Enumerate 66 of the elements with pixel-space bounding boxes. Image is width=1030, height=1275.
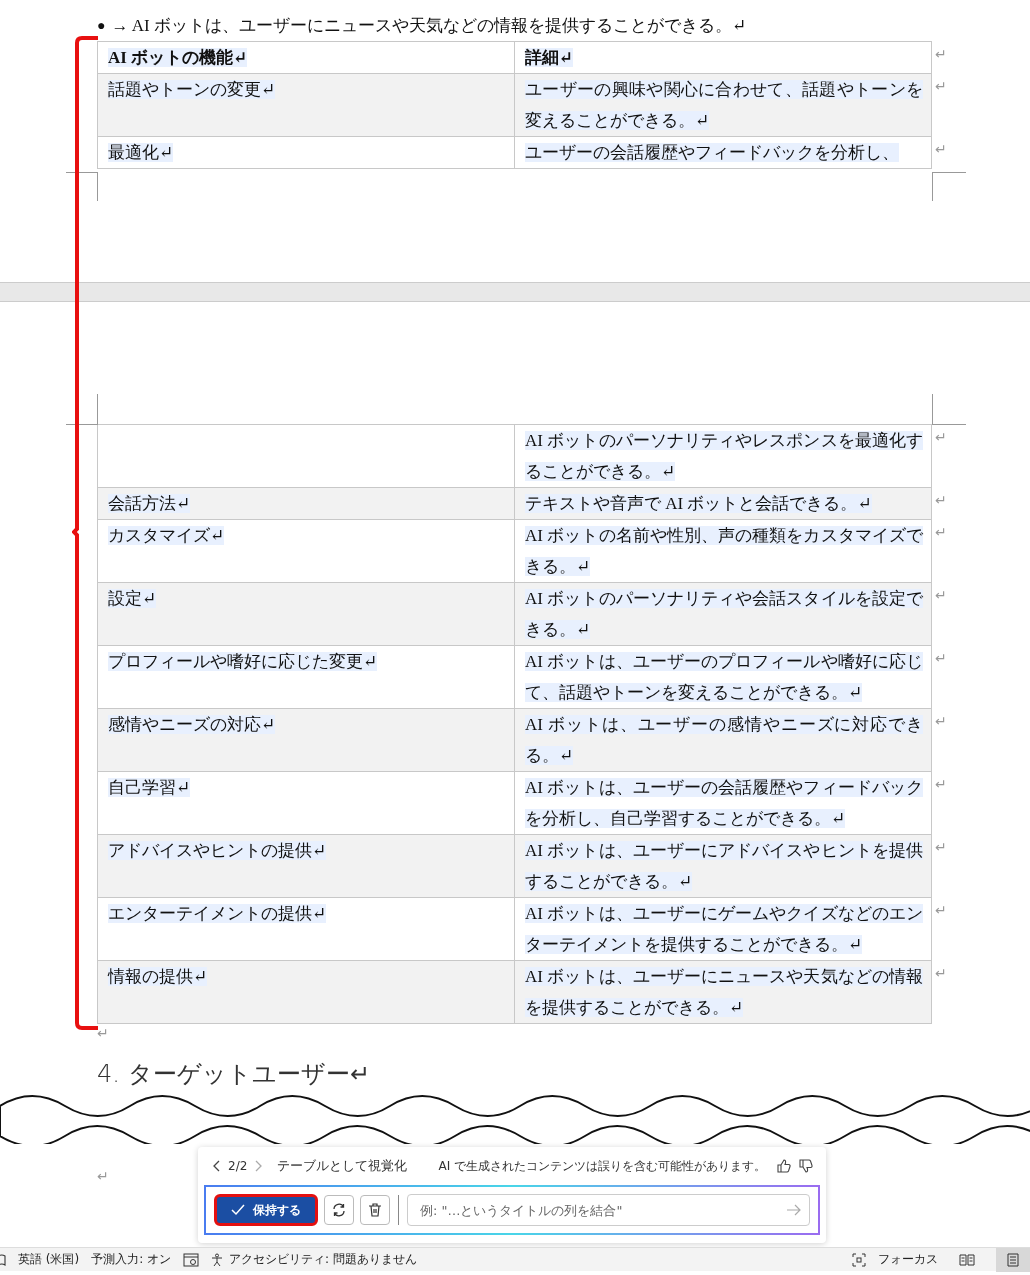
regenerate-button[interactable] bbox=[324, 1195, 354, 1225]
table-cell: AI ボットのパーソナリティや会話スタイルを設定できる。↵ bbox=[514, 583, 932, 646]
row-end-mark: ↵ bbox=[935, 429, 947, 445]
bullet-text: ● bbox=[97, 17, 106, 34]
crop-mark bbox=[932, 394, 966, 425]
table-cell: AI ボットのパーソナリティやレスポンスを最適化することができる。↵ bbox=[514, 425, 932, 488]
table-cell: AI ボットは、ユーザーのプロフィールや嗜好に応じて、話題やトーンを変えることができる。↵ bbox=[514, 646, 932, 709]
table-cell: AI ボットは、ユーザーの会話履歴やフィードバックを分析し、自己学習することができる。↵ bbox=[514, 772, 932, 835]
thumbs-down-icon[interactable] bbox=[798, 1158, 814, 1174]
table-cell: エンターテイメントの提供↵ bbox=[97, 898, 514, 961]
disclaimer-text: AI で生成されたコンテンツは誤りを含む可能性があります。 bbox=[438, 1157, 766, 1175]
row-end-mark: ↵ bbox=[935, 492, 947, 508]
table-cell: AI ボットは、ユーザーにゲームやクイズなどのエンターテイメントを提供することができる。↵ bbox=[514, 898, 932, 961]
table-cell: 最適化↵ bbox=[97, 137, 514, 169]
row-end-mark: ↵ bbox=[935, 78, 947, 94]
focus-button[interactable]: フォーカス bbox=[878, 1251, 938, 1268]
focus-icon[interactable] bbox=[852, 1252, 866, 1267]
crop-mark bbox=[66, 172, 98, 201]
previous-icon[interactable] bbox=[212, 1159, 222, 1173]
table-cell: プロフィールや嗜好に応じた変更↵ bbox=[97, 646, 514, 709]
crop-mark bbox=[66, 394, 98, 425]
row-end-mark: ↵ bbox=[935, 839, 947, 855]
row-end-mark: ↵ bbox=[935, 650, 947, 666]
accessibility-status[interactable]: アクセシビリティ: 問題ありません bbox=[229, 1251, 417, 1268]
section-heading: 4. ターゲットユーザー↵ bbox=[97, 1060, 370, 1088]
table-cell: アドバイスやヒントの提供↵ bbox=[97, 835, 514, 898]
refresh-icon bbox=[331, 1202, 347, 1218]
table-cell: テキストや音声で AI ボットと会話できる。↵ bbox=[514, 488, 932, 520]
row-end-mark: ↵ bbox=[935, 713, 947, 729]
row-end-mark: ↵ bbox=[935, 776, 947, 792]
table-cell: AI ボットは、ユーザーの感情やニーズに対応できる。↵ bbox=[514, 709, 932, 772]
table-cell: ユーザーの会話履歴やフィードバックを分析し、 bbox=[514, 137, 932, 169]
paragraph-mark: ↵ bbox=[97, 1168, 109, 1184]
table-cell: ユーザーの興味や関心に合わせて、話題やトーンを変えることができる。↵ bbox=[514, 74, 932, 137]
row-end-mark: ↵ bbox=[935, 141, 947, 157]
table-cell: AI ボットの名前や性別、声の種類をカスタマイズできる。↵ bbox=[514, 520, 932, 583]
page-counter: 2/2 bbox=[228, 1159, 248, 1173]
trash-icon bbox=[367, 1202, 383, 1218]
row-end-mark: ↵ bbox=[935, 965, 947, 981]
thumbs-up-icon[interactable] bbox=[776, 1158, 792, 1174]
row-end-mark: ↵ bbox=[935, 902, 947, 918]
table-cell: 設定↵ bbox=[97, 583, 514, 646]
table-cell: AI ボットは、ユーザーにアドバイスやヒントを提供することができる。↵ bbox=[514, 835, 932, 898]
keep-button[interactable]: 保持する bbox=[214, 1194, 318, 1226]
delete-button[interactable] bbox=[360, 1195, 390, 1225]
prompt-field[interactable]: 例: "…というタイトルの列を結合" bbox=[407, 1194, 810, 1226]
open-book-icon bbox=[959, 1252, 975, 1267]
print-layout-button[interactable] bbox=[996, 1247, 1030, 1272]
table-cell: 会話方法↵ bbox=[97, 488, 514, 520]
bullet-text: → AI ボットは、ユーザーにニュースや天気などの情報を提供することができる。↵ bbox=[111, 15, 747, 37]
table-cell: 話題やトーンの変更↵ bbox=[97, 74, 514, 137]
paragraph-mark: ↵ bbox=[97, 1025, 109, 1041]
table-cell: 感情やニーズの対応↵ bbox=[97, 709, 514, 772]
crop-mark bbox=[932, 172, 966, 201]
table-cell: AI ボットは、ユーザーにニュースや天気などの情報を提供することができる。↵ bbox=[514, 961, 932, 1024]
row-end-mark: ↵ bbox=[935, 587, 947, 603]
row-end-mark: ↵ bbox=[935, 524, 947, 540]
page-icon bbox=[1007, 1252, 1019, 1267]
language-status[interactable]: 英語 (米国) bbox=[18, 1251, 80, 1268]
book-icon[interactable] bbox=[0, 1252, 6, 1267]
table-cell: 情報の提供↵ bbox=[97, 961, 514, 1024]
suggestion-title: テーブルとして視覚化 bbox=[277, 1157, 408, 1175]
row-end-mark: ↵ bbox=[935, 46, 947, 62]
display-settings-icon[interactable] bbox=[183, 1252, 200, 1267]
checkmark-icon bbox=[231, 1204, 245, 1216]
prediction-status[interactable]: 予測入力: オン bbox=[91, 1251, 172, 1268]
